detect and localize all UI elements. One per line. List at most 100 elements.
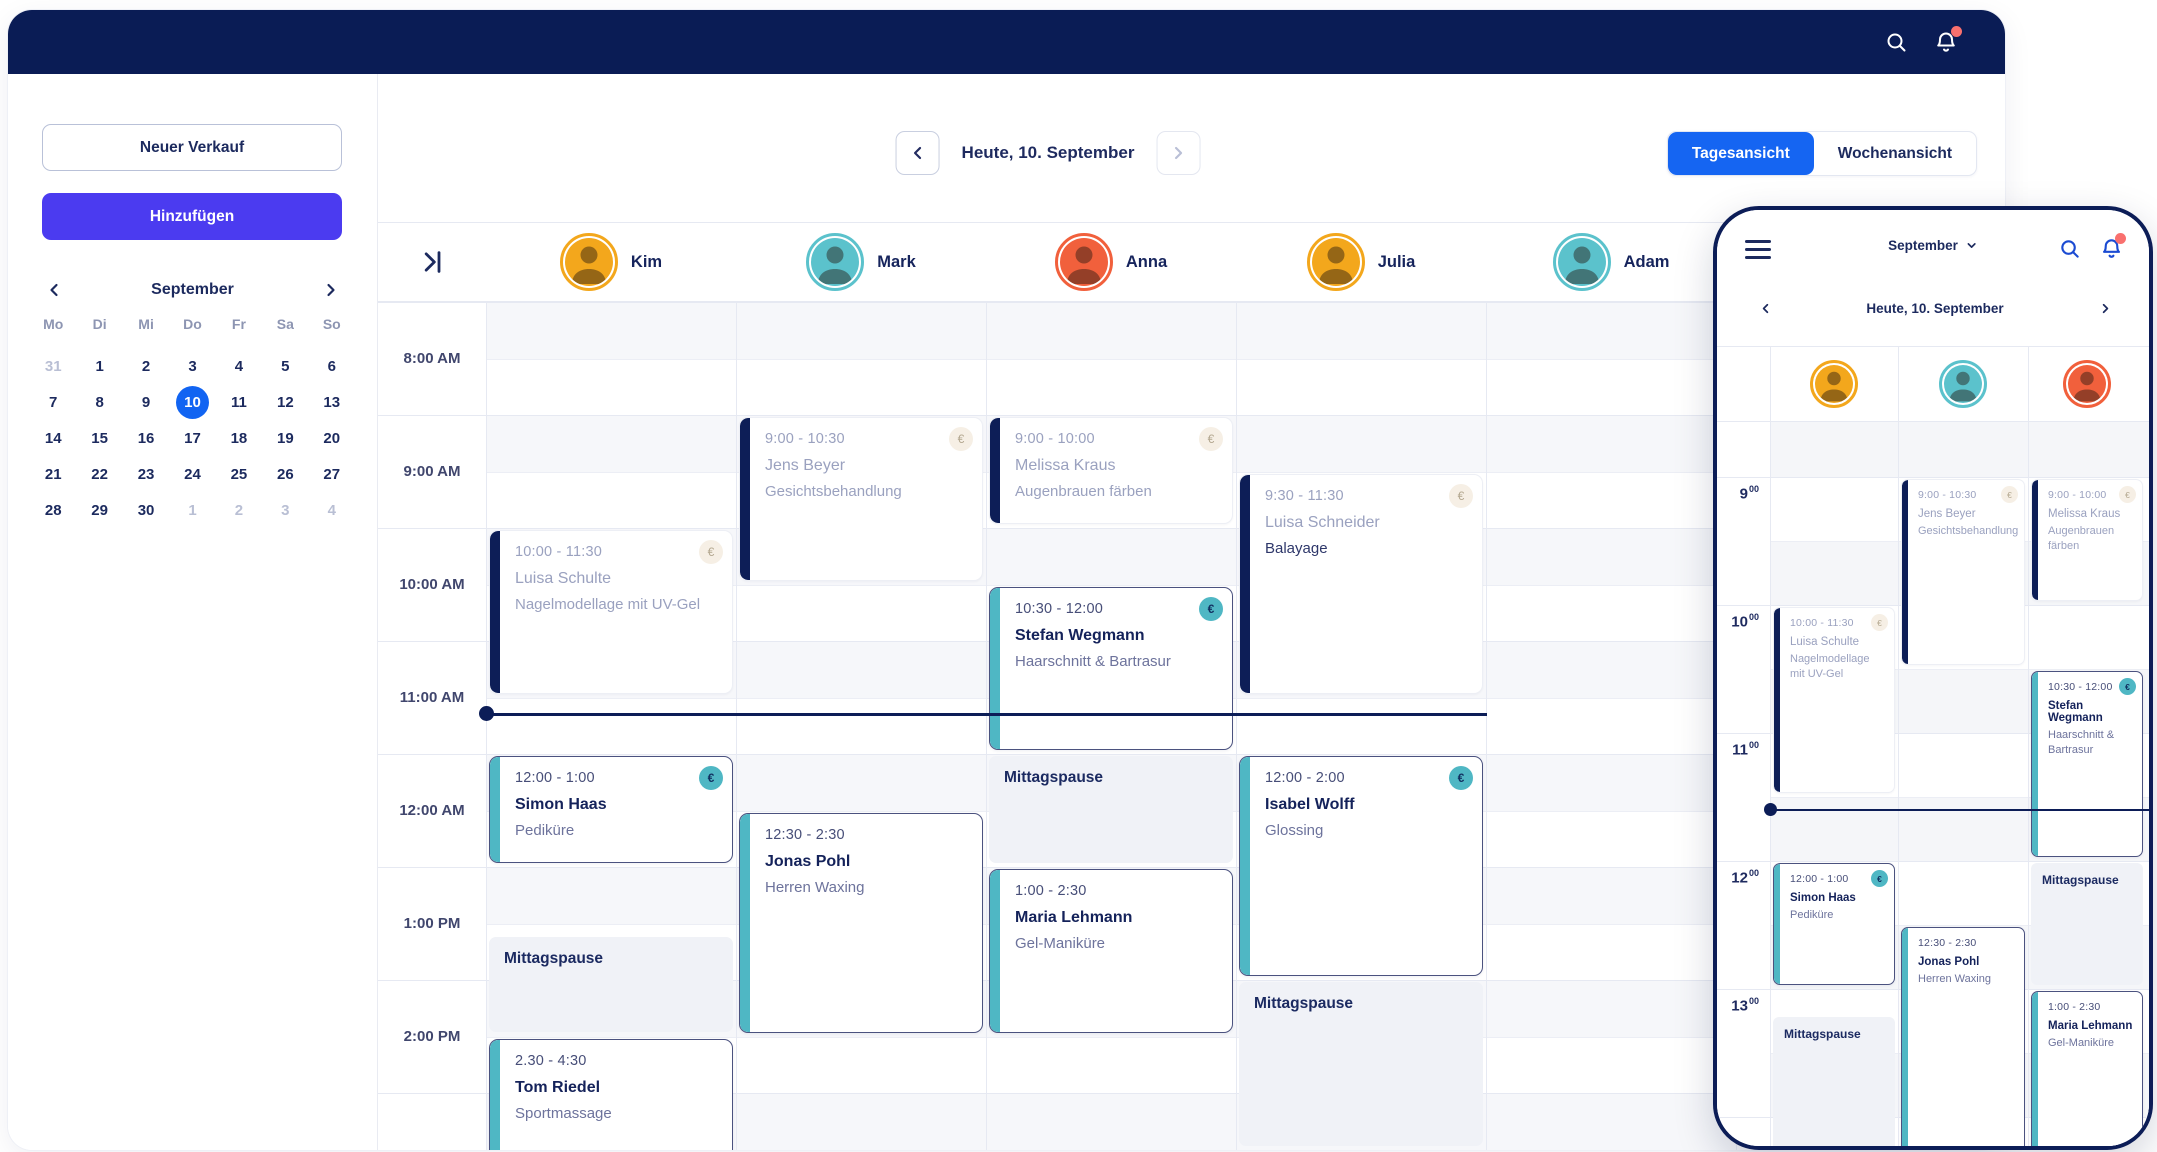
appointment-card[interactable]: 10:00 - 11:30 Luisa Schulte Nagelmodellage… [489, 530, 733, 694]
appointment-card[interactable]: 12:00 - 1:00 Simon Haas Pediküre € [1773, 863, 1895, 985]
calendar-day[interactable]: 8 [76, 384, 122, 420]
notifications-bell-icon[interactable] [2099, 233, 2126, 260]
calendar-day[interactable]: 10 [169, 384, 215, 420]
appointment-card[interactable]: 2.30 - 4:30 Tom Riedel Sportmassage [489, 1038, 733, 1150]
calendar-day[interactable]: 9 [123, 384, 169, 420]
day-view-button[interactable]: Tagesansicht [1667, 132, 1814, 175]
prev-day-button[interactable] [895, 131, 940, 175]
calendar-day[interactable]: 28 [30, 492, 76, 528]
calendar-day-number: 31 [44, 357, 62, 375]
staff-column-header[interactable]: Julia [1236, 223, 1486, 301]
notifications-bell-icon[interactable] [1933, 26, 1962, 55]
staff-column-header[interactable]: Adam [1486, 223, 1736, 301]
calendar-day[interactable]: 3 [262, 492, 308, 528]
time-label: 900 [1717, 484, 1764, 503]
calendar-day[interactable]: 22 [76, 456, 122, 492]
calendar-day[interactable]: 13 [309, 384, 355, 420]
appointment-card[interactable]: 9:00 - 10:00 Melissa Kraus Augenbrauen fär… [989, 417, 1233, 524]
calendar-day[interactable]: 20 [309, 420, 355, 456]
collapse-sidebar-button[interactable] [412, 242, 452, 282]
appointment-card[interactable]: 12:30 - 2:30 Jonas Pohl Herren Waxing [739, 812, 983, 1033]
appointment-client: Jonas Pohl [765, 852, 851, 870]
appointment-card[interactable]: 12:00 - 1:00 Simon Haas Pediküre € [489, 756, 733, 863]
staff-column-header[interactable] [2061, 358, 2113, 410]
appointment-card[interactable]: 10:30 - 12:00 Stefan Wegmann Haarschnitt &… [2031, 671, 2143, 857]
appointment-card[interactable]: 9:00 - 10:30 Jens Beyer Gesichtsbehandlung… [739, 417, 983, 581]
next-month-icon[interactable] [319, 278, 343, 302]
appointment-card[interactable]: 10:00 - 11:30 Luisa Schulte Nagelmodellage… [1773, 607, 1895, 793]
appointment-status-bar [990, 587, 1000, 749]
appointment-service: Haarschnitt & Bartrasur [2048, 729, 2115, 756]
appointment-card[interactable]: 10:30 - 12:00 Stefan Wegmann Haarschnitt &… [989, 586, 1233, 750]
calendar-day[interactable]: 19 [262, 420, 308, 456]
break-block: Mittagspause [489, 936, 733, 1033]
appointment-service: Gesichtsbehandlung [765, 483, 902, 500]
calendar-day[interactable]: 18 [216, 420, 262, 456]
calendar-day[interactable]: 2 [123, 348, 169, 384]
staff-column-header[interactable] [1808, 358, 1860, 410]
appointment-card[interactable]: 1:00 - 2:30 Maria Lehmann Gel-Maniküre [989, 869, 1233, 1033]
week-view-button[interactable]: Wochenansicht [1814, 132, 1976, 175]
calendar-day[interactable]: 4 [309, 492, 355, 528]
calendar-day[interactable]: 12 [262, 384, 308, 420]
menu-icon[interactable] [1745, 240, 1771, 259]
appointment-card[interactable]: 9:30 - 11:30 Luisa Schneider Balayage € [1239, 473, 1483, 694]
appointment-card[interactable]: 9:00 - 10:00 Melissa Kraus Augenbrauen fär… [2031, 479, 2143, 601]
calendar-day[interactable]: 11 [216, 384, 262, 420]
appointment-card[interactable]: 9:00 - 10:30 Jens Beyer Gesichtsbehandlung… [1901, 479, 2025, 665]
search-icon[interactable] [2057, 236, 2081, 260]
calendar-day-number: 7 [49, 393, 58, 411]
calendar-day[interactable]: 1 [76, 348, 122, 384]
appointment-card[interactable]: 12:30 - 2:30 Jonas Pohl Herren Waxing [1901, 927, 2025, 1146]
new-sale-button[interactable]: Neuer Verkauf [42, 124, 342, 171]
calendar-day[interactable]: 31 [30, 348, 76, 384]
grid-hour-line [1717, 861, 2149, 862]
next-day-button[interactable] [1156, 131, 1201, 175]
add-button[interactable]: Hinzufügen [42, 193, 342, 240]
appointment-status-bar [740, 418, 750, 580]
calendar-day[interactable]: 25 [216, 456, 262, 492]
calendar-day[interactable]: 1 [169, 492, 215, 528]
calendar-day[interactable]: 24 [169, 456, 215, 492]
staff-column-header[interactable]: Anna [986, 223, 1236, 301]
grid-hour-line [1717, 477, 2149, 478]
calendar-day[interactable]: 16 [123, 420, 169, 456]
prev-day-icon[interactable] [1755, 298, 1775, 318]
appointment-status-bar [490, 757, 500, 862]
weekday-label: So [322, 316, 341, 332]
search-icon[interactable] [1883, 29, 1909, 55]
next-day-icon[interactable] [2095, 298, 2115, 318]
paid-badge-icon: € [699, 540, 723, 564]
staff-column-header[interactable] [1937, 358, 1989, 410]
calendar-day[interactable]: 3 [169, 348, 215, 384]
calendar-day[interactable]: 2 [216, 492, 262, 528]
calendar-day[interactable]: 5 [262, 348, 308, 384]
staff-column-header[interactable]: Kim [486, 223, 736, 301]
appointment-status-bar [2032, 480, 2038, 600]
calendar-day[interactable]: 27 [309, 456, 355, 492]
staff-column-header[interactable]: Mark [736, 223, 986, 301]
avatar [1810, 360, 1858, 408]
calendar-day[interactable]: 14 [30, 420, 76, 456]
calendar-day[interactable]: 29 [76, 492, 122, 528]
appointment-card[interactable]: 12:00 - 2:00 Isabel Wolff Glossing € [1239, 756, 1483, 976]
calendar-day[interactable]: 30 [123, 492, 169, 528]
break-label: Mittagspause [1784, 1026, 1861, 1041]
prev-month-icon[interactable] [42, 278, 66, 302]
time-label: 1300 [1717, 996, 1764, 1015]
calendar-day[interactable]: 15 [76, 420, 122, 456]
time-label: 1100 [1717, 740, 1764, 759]
appointment-client: Jonas Pohl [1918, 956, 1980, 968]
appointment-time: 9:00 - 10:00 [1015, 431, 1095, 447]
calendar-day[interactable]: 23 [123, 456, 169, 492]
calendar-day-number: 4 [234, 357, 244, 375]
calendar-day[interactable]: 6 [309, 348, 355, 384]
calendar-day[interactable]: 26 [262, 456, 308, 492]
appointment-status-bar [1902, 928, 1908, 1146]
calendar-day[interactable]: 21 [30, 456, 76, 492]
calendar-day[interactable]: 4 [216, 348, 262, 384]
calendar-day[interactable]: 7 [30, 384, 76, 420]
month-dropdown[interactable]: September [1888, 238, 1978, 253]
calendar-day[interactable]: 17 [169, 420, 215, 456]
appointment-card[interactable]: 1:00 - 2:30 Maria Lehmann Gel-Maniküre [2031, 991, 2143, 1146]
